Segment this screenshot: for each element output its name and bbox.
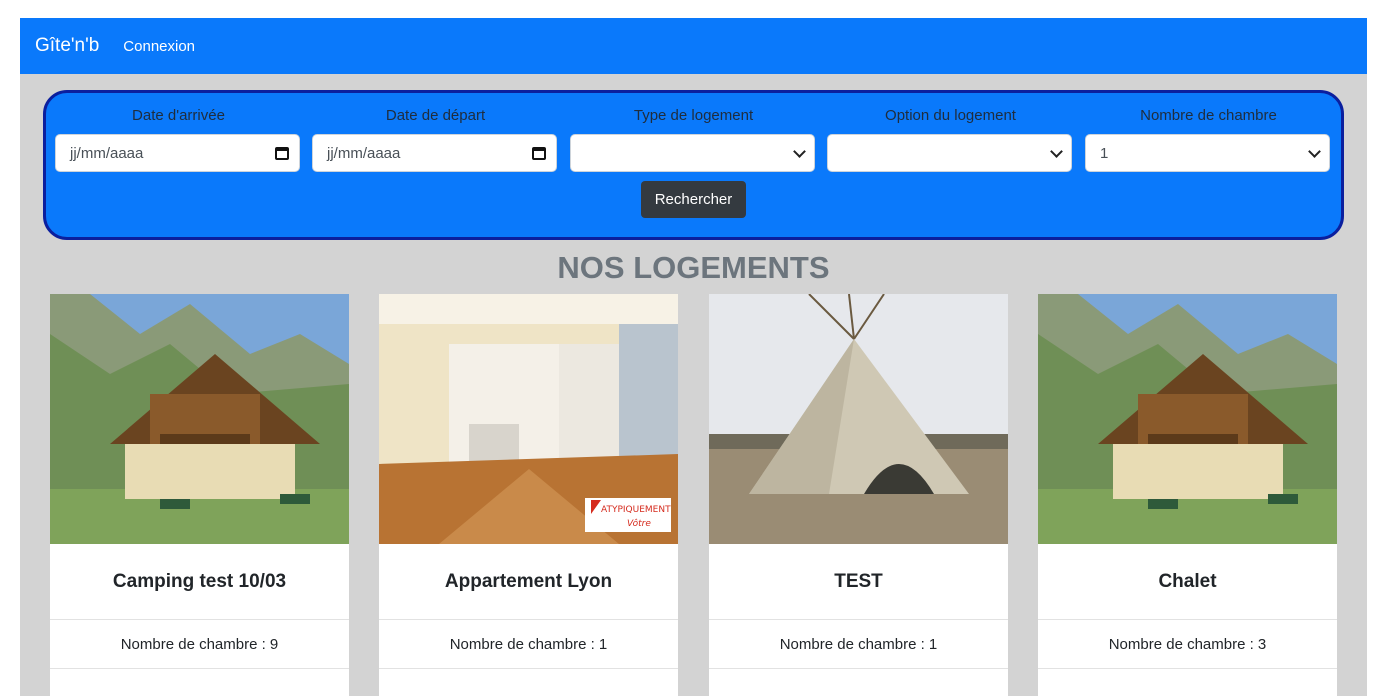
listing-card[interactable]: Chalet Nombre de chambre : 3 — [1038, 294, 1337, 696]
apartment-photo-svg: ATYPIQUEMENT Vôtre — [379, 294, 678, 544]
departure-label: Date de départ — [385, 107, 486, 124]
arrival-label: Date d'arrivée — [132, 107, 225, 124]
page-frame: Gîte'n'b Connexion Date d'arrivée jj/mm/… — [20, 18, 1367, 696]
chalet-photo-svg — [50, 294, 349, 544]
listing-rooms: Nombre de chambre : 9 — [50, 620, 349, 669]
listing-rooms: Nombre de chambre : 1 — [709, 620, 1008, 669]
option-select[interactable] — [827, 134, 1072, 172]
brand-link[interactable]: Gîte'n'b — [35, 35, 99, 57]
rooms-label: Nombre de chambre — [1140, 107, 1277, 124]
chalet-photo[interactable] — [1038, 294, 1337, 544]
login-link[interactable]: Connexion — [123, 38, 195, 55]
chevron-down-icon — [1050, 144, 1063, 158]
departure-placeholder: jj/mm/aaaa — [327, 144, 401, 162]
calendar-icon[interactable] — [532, 146, 546, 160]
section-title: NOS LOGEMENTS — [557, 250, 830, 285]
listing-rooms: Nombre de chambre : 3 — [1038, 620, 1337, 669]
departure-date-input[interactable]: jj/mm/aaaa — [312, 134, 557, 172]
chalet-photo-svg — [1038, 294, 1337, 544]
type-select[interactable] — [570, 134, 815, 172]
option-label: Option du logement — [885, 107, 1016, 124]
calendar-icon[interactable] — [275, 146, 289, 160]
listing-title: TEST — [709, 544, 1008, 620]
svg-text:ATYPIQUEMENT: ATYPIQUEMENT — [601, 505, 671, 515]
chevron-down-icon — [1308, 144, 1321, 158]
listing-rooms: Nombre de chambre : 1 — [379, 620, 678, 669]
listing-title: Chalet — [1038, 544, 1337, 620]
tipi-photo[interactable] — [709, 294, 1008, 544]
svg-text:Vôtre: Vôtre — [627, 518, 651, 529]
rooms-selected-value: 1 — [1100, 144, 1109, 162]
rooms-select[interactable]: 1 — [1085, 134, 1330, 172]
chalet-photo[interactable] — [50, 294, 349, 544]
chevron-down-icon — [793, 144, 806, 158]
listing-title: Camping test 10/03 — [50, 544, 349, 620]
search-button[interactable]: Rechercher — [641, 181, 746, 218]
listing-card[interactable]: ATYPIQUEMENT Vôtre Appartement Lyon Nomb… — [379, 294, 678, 696]
search-panel: Date d'arrivée jj/mm/aaaa Date de départ… — [43, 90, 1344, 240]
apartment-photo[interactable]: ATYPIQUEMENT Vôtre — [379, 294, 678, 544]
navbar: Gîte'n'b Connexion — [20, 18, 1367, 74]
tipi-photo-svg — [709, 294, 1008, 544]
listing-title: Appartement Lyon — [379, 544, 678, 620]
arrival-placeholder: jj/mm/aaaa — [70, 144, 144, 162]
listing-card[interactable]: Camping test 10/03 Nombre de chambre : 9 — [50, 294, 349, 696]
arrival-date-input[interactable]: jj/mm/aaaa — [55, 134, 300, 172]
listing-card[interactable]: TEST Nombre de chambre : 1 — [709, 294, 1008, 696]
type-label: Type de logement — [633, 107, 754, 124]
